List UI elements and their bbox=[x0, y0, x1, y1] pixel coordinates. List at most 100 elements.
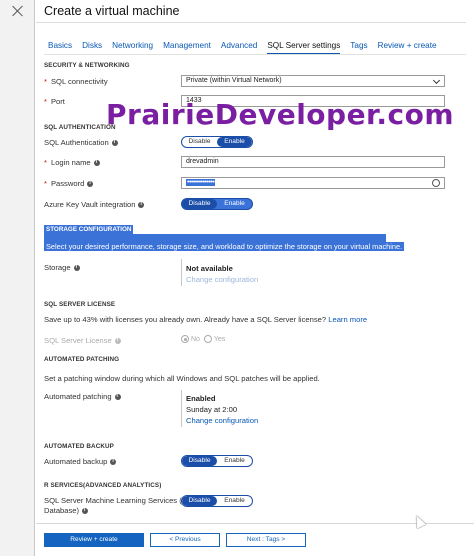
sql-auth-disable-option[interactable]: Disable bbox=[182, 137, 217, 147]
required-marker: * bbox=[44, 158, 47, 167]
info-icon[interactable] bbox=[73, 264, 80, 271]
password-text: Password bbox=[50, 179, 85, 188]
backup-label: Automated backup bbox=[44, 457, 117, 466]
watermark-logo: PrairieDeveloper.com bbox=[106, 98, 455, 131]
patching-text: Automated patching bbox=[44, 392, 112, 401]
storage-divider bbox=[181, 259, 182, 286]
backup-toggle[interactable]: Disable Enable bbox=[181, 455, 253, 467]
rservices-label-line2: Database) bbox=[44, 506, 89, 515]
info-icon[interactable] bbox=[93, 159, 100, 166]
section-heading-auth: SQL AUTHENTICATION bbox=[44, 124, 116, 131]
required-marker: * bbox=[44, 97, 47, 106]
tab-disks[interactable]: Disks bbox=[82, 41, 102, 55]
info-icon[interactable] bbox=[114, 337, 121, 344]
license-text: Save up to 43% with licenses you already… bbox=[44, 315, 327, 324]
info-icon[interactable] bbox=[82, 507, 89, 514]
login-name-text: Login name bbox=[50, 158, 91, 167]
learn-more-link[interactable]: Learn more bbox=[328, 315, 367, 324]
license-no-radio[interactable] bbox=[181, 335, 189, 343]
tab-basics[interactable]: Basics bbox=[48, 41, 72, 55]
blade-left-strip bbox=[0, 0, 35, 556]
section-heading-backup: AUTOMATED BACKUP bbox=[44, 443, 114, 450]
info-icon[interactable] bbox=[111, 139, 118, 146]
storage-description: Select your desired performance, storage… bbox=[44, 242, 405, 251]
license-radio-group: No Yes bbox=[181, 335, 225, 343]
port-text: Port bbox=[50, 97, 65, 106]
close-icon[interactable] bbox=[11, 4, 25, 18]
license-yes-label: Yes bbox=[213, 335, 226, 343]
next-button[interactable]: Next : Tags > bbox=[226, 533, 306, 547]
info-icon[interactable] bbox=[138, 201, 145, 208]
patching-status: Enabled bbox=[186, 394, 216, 403]
tab-review-create[interactable]: Review + create bbox=[378, 41, 437, 55]
sql-connectivity-label: * SQL connectivity bbox=[44, 77, 108, 86]
tab-management[interactable]: Management bbox=[163, 41, 211, 55]
sql-auth-enable-option[interactable]: Enable bbox=[217, 137, 252, 147]
rservices-toggle[interactable]: Disable Enable bbox=[181, 495, 253, 507]
tab-networking[interactable]: Networking bbox=[112, 41, 153, 55]
login-name-label: * Login name bbox=[44, 158, 100, 167]
backup-enable-option[interactable]: Enable bbox=[217, 456, 252, 466]
patching-change-link[interactable]: Change configuration bbox=[186, 416, 258, 425]
info-icon[interactable] bbox=[114, 393, 121, 400]
tab-advanced[interactable]: Advanced bbox=[221, 41, 257, 55]
password-input[interactable]: •••••••••••••• bbox=[181, 177, 445, 189]
sql-auth-toggle[interactable]: Disable Enable bbox=[181, 136, 253, 148]
previous-button[interactable]: < Previous bbox=[150, 533, 220, 547]
rservices-enable-option[interactable]: Enable bbox=[217, 496, 252, 506]
storage-status: Not available bbox=[186, 264, 233, 273]
sql-connectivity-value: Private (within Virtual Network) bbox=[186, 77, 282, 84]
reveal-password-icon[interactable] bbox=[432, 179, 440, 187]
section-heading-patching: AUTOMATED PATCHING bbox=[44, 356, 120, 363]
rservices-label-line1: SQL Server Machine Learning Services (In… bbox=[44, 496, 191, 505]
page-title: Create a virtual machine bbox=[44, 4, 180, 18]
required-marker: * bbox=[44, 179, 47, 188]
sql-auth-text: SQL Authentication bbox=[44, 138, 109, 147]
backup-disable-option[interactable]: Disable bbox=[182, 456, 217, 466]
tabs-divider bbox=[44, 54, 466, 55]
license-no-label: No bbox=[191, 335, 200, 343]
tab-sql-server-settings[interactable]: SQL Server settings bbox=[267, 41, 341, 55]
rservices-disable-option[interactable]: Disable bbox=[182, 496, 217, 506]
required-marker: * bbox=[44, 77, 47, 86]
section-heading-security: SECURITY & NETWORKING bbox=[44, 62, 130, 69]
chevron-down-icon bbox=[432, 76, 441, 85]
patching-description: Set a patching window during which all W… bbox=[44, 374, 320, 383]
login-name-value: drevadmin bbox=[186, 158, 219, 165]
sql-connectivity-text: SQL connectivity bbox=[50, 77, 108, 86]
review-create-button[interactable]: Review + create bbox=[44, 533, 144, 547]
keyvault-text: Azure Key Vault integration bbox=[44, 200, 136, 209]
sql-auth-label: SQL Authentication bbox=[44, 138, 118, 147]
footer-divider bbox=[36, 523, 474, 524]
patching-schedule: Sunday at 2:00 bbox=[186, 405, 238, 414]
storage-change-link[interactable]: Change configuration bbox=[186, 275, 258, 284]
storage-text: Storage bbox=[44, 263, 71, 272]
tab-bar: Basics Disks Networking Management Advan… bbox=[48, 41, 437, 55]
mouse-cursor-icon bbox=[411, 513, 427, 529]
login-name-input[interactable]: drevadmin bbox=[181, 156, 445, 168]
license-label-text: SQL Server License bbox=[44, 336, 112, 345]
section-heading-storage: STORAGE CONFIGURATION bbox=[44, 225, 134, 234]
keyvault-enable-option[interactable]: Enable bbox=[217, 199, 252, 209]
storage-label: Storage bbox=[44, 263, 80, 272]
backup-text: Automated backup bbox=[44, 457, 108, 466]
port-label: * Port bbox=[44, 97, 65, 106]
patching-label: Automated patching bbox=[44, 392, 121, 401]
license-yes-radio[interactable] bbox=[203, 335, 212, 343]
keyvault-disable-option[interactable]: Disable bbox=[182, 199, 217, 209]
license-description: Save up to 43% with licenses you already… bbox=[44, 315, 367, 324]
section-heading-license: SQL SERVER LICENSE bbox=[44, 301, 116, 308]
password-value: •••••••••••••• bbox=[186, 179, 216, 186]
keyvault-toggle[interactable]: Disable Enable bbox=[181, 198, 253, 210]
patching-divider bbox=[181, 390, 182, 427]
password-label: * Password bbox=[44, 179, 94, 188]
tab-tags[interactable]: Tags bbox=[350, 41, 367, 55]
keyvault-label: Azure Key Vault integration bbox=[44, 200, 145, 209]
section-heading-rservices: R SERVICES(ADVANCED ANALYTICS) bbox=[44, 482, 162, 489]
blade-main: Create a virtual machine Basics Disks Ne… bbox=[36, 0, 474, 556]
license-label: SQL Server License bbox=[44, 336, 121, 345]
title-divider bbox=[36, 22, 466, 23]
info-icon[interactable] bbox=[110, 458, 117, 465]
sql-connectivity-select[interactable]: Private (within Virtual Network) bbox=[181, 75, 445, 87]
info-icon[interactable] bbox=[87, 180, 94, 187]
